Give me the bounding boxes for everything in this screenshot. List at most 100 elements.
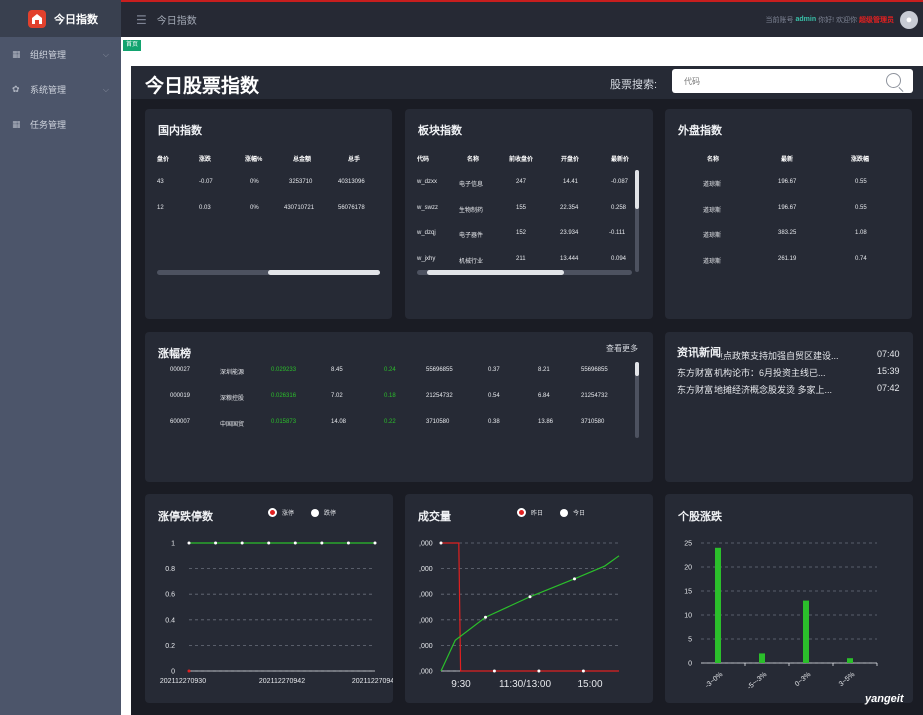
table-header: 代码 <box>417 157 430 163</box>
search-label: 股票搜索: <box>610 79 658 91</box>
y-tick-label: 0.6 <box>165 592 175 599</box>
x-tick-label: 202112270930 <box>160 678 206 685</box>
y-tick-label: ,000 <box>419 541 433 548</box>
bar <box>847 658 853 663</box>
table-cell: w_dzqj <box>417 230 436 236</box>
avatar[interactable]: ● <box>900 10 918 29</box>
table-cell: 0.74 <box>855 256 867 262</box>
data-point <box>267 541 271 545</box>
data-point <box>214 541 218 545</box>
table-header: 前收盘价 <box>509 157 534 163</box>
data-point <box>581 669 585 673</box>
table-cell: 261.19 <box>778 256 797 262</box>
x-tick-label: 202112270945 <box>352 678 393 685</box>
data-point <box>537 669 541 673</box>
rank-cell: 深圳能源 <box>220 370 245 376</box>
rank-cell: 0.026316 <box>271 393 297 399</box>
page-title: 今日股票指数 <box>145 76 260 97</box>
y-tick-label: ,000 <box>419 643 433 650</box>
data-point <box>492 669 496 673</box>
rank-cell: 0.18 <box>384 393 396 399</box>
table-cell: 196.67 <box>778 179 797 185</box>
series-line-yesterday <box>441 542 619 672</box>
rank-cell: 21254732 <box>426 393 453 399</box>
y-tick-label: ,000 <box>419 566 433 573</box>
data-point <box>187 541 191 545</box>
panel-title: 板块指数 <box>418 125 462 137</box>
sidebar-item-label: 组织管理 <box>30 50 67 60</box>
rank-cell: 3710580 <box>581 419 605 425</box>
volume-chart: ,000 ,000 ,000 ,000 ,000 ,000 9:30 11:30/13:00 1… <box>419 541 620 690</box>
table-header: 开盘价 <box>561 157 580 163</box>
view-more-link[interactable]: 查看更多 <box>606 343 638 354</box>
table-cell: 生物制药 <box>459 208 484 214</box>
y-tick-label: 1 <box>171 541 175 548</box>
scrollbar-thumb[interactable] <box>268 270 380 275</box>
table-cell: 0.55 <box>855 179 867 185</box>
table-cell: 0% <box>250 205 259 211</box>
sidebar-item-system[interactable]: ✿ 系统管理 ⌵ <box>0 72 121 107</box>
table-cell: 道琼斯 <box>703 208 722 214</box>
table-cell: 电子器件 <box>459 233 484 239</box>
y-tick-label: 25 <box>684 541 692 548</box>
y-tick-label: 15 <box>684 589 692 596</box>
rank-cell: 55696855 <box>426 367 453 373</box>
table-cell: 22.354 <box>560 205 579 211</box>
rank-cell: 0.029233 <box>271 367 297 373</box>
table-cell: 383.25 <box>778 230 797 236</box>
news-source: 东方财富 <box>677 385 714 395</box>
data-point <box>293 541 297 545</box>
rank-cell: 000019 <box>170 393 191 399</box>
brand[interactable]: 今日指数 <box>0 0 121 37</box>
news-item[interactable]: 东方财富 地摊经济概念股发烫 多家上... 07:42 <box>677 383 905 397</box>
top-bar: ☰ 今日指数 当前账号 admin 你好! 欢迎你 超级管理员 ● <box>121 2 923 37</box>
sidebar-item-label: 系统管理 <box>30 85 67 95</box>
rank-cell: 13.86 <box>538 419 554 425</box>
y-tick-label: ,000 <box>419 669 433 676</box>
rank-cell: 8.45 <box>331 367 343 373</box>
tab-bar: 首页 <box>121 37 923 55</box>
news-time: 15:39 <box>877 366 900 376</box>
rank-cell: 0.24 <box>384 367 396 373</box>
table-cell: w_dzxx <box>417 179 438 185</box>
news-text: 地摊经济概念股发烫 多家上... <box>714 385 833 395</box>
y-tick-label: 10 <box>684 613 692 620</box>
limit-chart: 0 0.2 0.4 0.6 0.8 1 202112270930 202112270942 20… <box>160 541 393 686</box>
table-header: 涨幅% <box>245 157 263 163</box>
x-tick-label: -5~-3% <box>746 671 768 691</box>
table-header: 最新价 <box>611 157 630 163</box>
chevron-down-icon: ⌵ <box>102 84 109 94</box>
scrollbar-thumb[interactable] <box>635 362 639 376</box>
data-point <box>439 541 443 545</box>
table-cell: 211 <box>516 256 526 262</box>
account-prefix: 当前账号 <box>765 16 794 24</box>
menu-toggle-icon[interactable]: ☰ <box>136 13 147 27</box>
account-user: admin <box>795 16 817 23</box>
news-item[interactable]: 东方财富 机构论市：6月投资主线已... 15:39 <box>677 366 905 380</box>
data-point <box>187 669 191 673</box>
account-info: 当前账号 admin 你好! 欢迎你 超级管理员 ● <box>765 10 923 29</box>
sidebar-item-org[interactable]: ▦ 组织管理 ⌵ <box>0 37 121 72</box>
table-cell: 3253710 <box>289 179 313 185</box>
table-cell: 430710721 <box>284 205 315 211</box>
table-cell: 155 <box>516 205 527 211</box>
y-tick-label: ,000 <box>419 592 433 599</box>
table-header: 涨跌 <box>199 157 212 163</box>
table-cell: 247 <box>516 179 527 185</box>
table-cell: 道琼斯 <box>703 182 722 188</box>
data-point <box>240 541 244 545</box>
sector-index-panel: 板块指数 代码 名称 前收盘价 开盘价 最新价 w_dzxx 电子信息 247 … <box>405 109 653 319</box>
table-header: 盘价 <box>157 157 170 163</box>
panel-title: 外盘指数 <box>678 125 722 137</box>
scrollbar-thumb[interactable] <box>635 170 639 209</box>
bar <box>715 547 721 663</box>
search-icon[interactable] <box>886 73 901 88</box>
rank-cell: 14.08 <box>331 419 347 425</box>
search-input[interactable] <box>672 69 872 93</box>
table-header: 名称 <box>707 157 720 163</box>
scrollbar-thumb[interactable] <box>427 270 564 275</box>
sidebar-item-task[interactable]: ▦ 任务管理 <box>0 107 121 142</box>
tab-home[interactable]: 首页 <box>123 40 142 51</box>
y-tick-label: 0.8 <box>165 566 175 573</box>
x-tick-label: 0~3% <box>794 671 812 688</box>
